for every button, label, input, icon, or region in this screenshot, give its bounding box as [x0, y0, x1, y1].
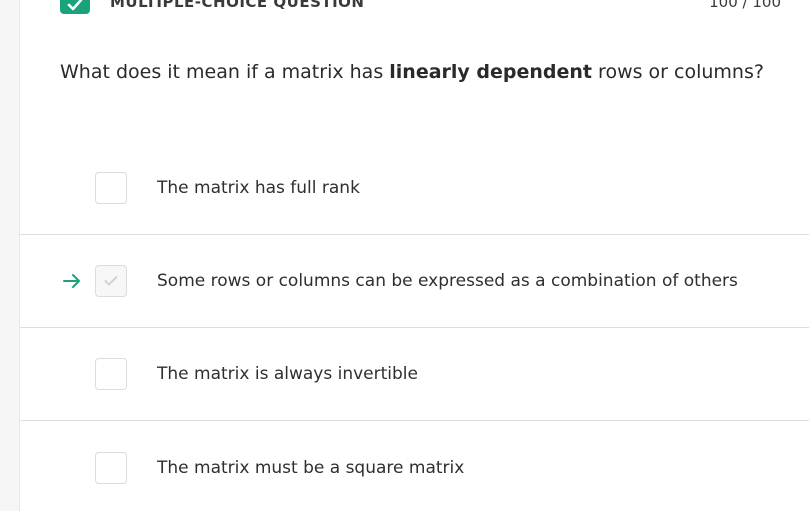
question-emphasis: linearly dependent: [389, 61, 593, 83]
question-suffix: rows or columns?: [592, 61, 764, 83]
answer-label: The matrix must be a square matrix: [157, 457, 465, 478]
answer-checkbox-checked[interactable]: [95, 265, 127, 297]
answer-label: The matrix is always invertible: [157, 364, 418, 384]
quiz-page: MULTIPLE-CHOICE QUESTION 100 / 100 What …: [0, 0, 809, 511]
arrow-right-icon: [63, 274, 80, 288]
answer-option[interactable]: The matrix has full rank: [20, 142, 809, 235]
question-type-badge: [60, 0, 90, 14]
answer-label: Some rows or columns can be expressed as…: [157, 271, 738, 291]
answer-option[interactable]: The matrix is always invertible: [20, 328, 809, 421]
answer-checkbox[interactable]: [95, 358, 127, 390]
answer-checkbox[interactable]: [95, 451, 127, 484]
question-text: What does it mean if a matrix has linear…: [60, 58, 780, 86]
question-header: MULTIPLE-CHOICE QUESTION 100 / 100: [0, 0, 809, 14]
answer-option[interactable]: The matrix must be a square matrix: [20, 421, 809, 511]
checkmark-icon: [67, 0, 83, 11]
answer-option-selected[interactable]: Some rows or columns can be expressed as…: [20, 235, 809, 328]
answer-options: The matrix has full rank Some rows or co…: [20, 142, 809, 511]
answer-label: The matrix has full rank: [157, 178, 360, 198]
checkmark-icon: [104, 276, 118, 286]
question-type-label: MULTIPLE-CHOICE QUESTION: [110, 0, 365, 11]
score-label: 100 / 100: [709, 0, 781, 11]
answer-checkbox[interactable]: [95, 172, 127, 204]
left-rail: [0, 0, 20, 511]
question-prefix: What does it mean if a matrix has: [60, 61, 390, 83]
